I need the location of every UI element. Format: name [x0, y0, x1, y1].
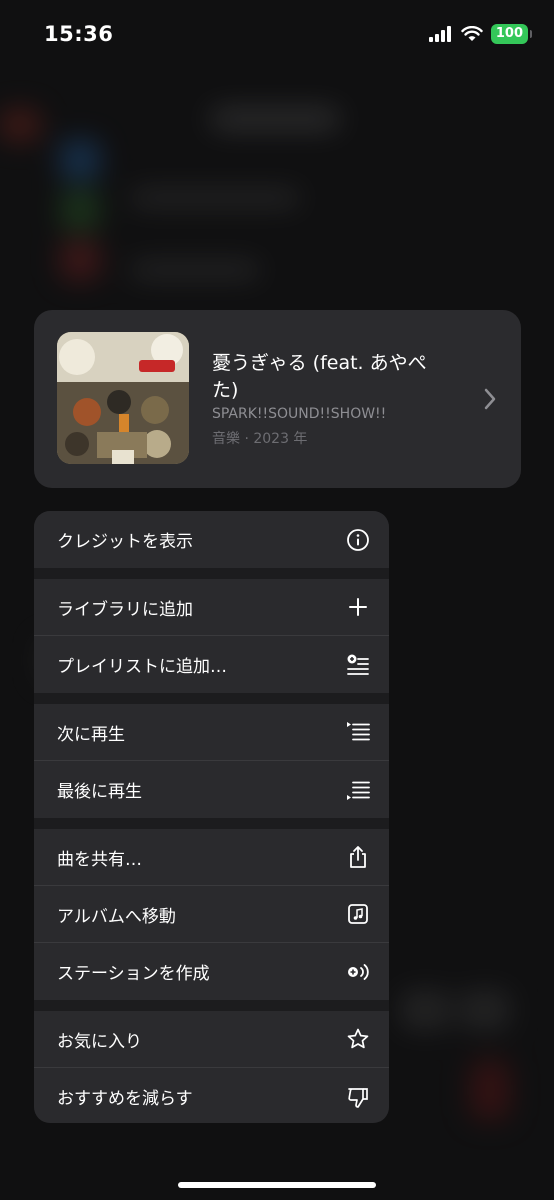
- menu-item-label: プレイリストに追加…: [57, 657, 227, 677]
- song-meta: 音樂 · 2023 年: [212, 431, 308, 447]
- album-icon: [345, 901, 371, 927]
- song-artist: SPARK!!SOUND!!SHOW!!: [212, 406, 387, 422]
- menu-item-favorite[interactable]: お気に入り: [34, 1011, 389, 1068]
- menu-item-suggest-less[interactable]: おすすめを減らす: [34, 1068, 389, 1123]
- song-title: 憂うぎゃる (feat. あやぺた): [212, 352, 427, 401]
- status-bar: 15:36 100: [0, 0, 554, 70]
- menu-group-library: ライブラリに追加 プレイリストに追加…: [34, 579, 389, 693]
- menu-item-label: ステーションを作成: [57, 964, 210, 984]
- play-next-icon: [345, 719, 371, 745]
- status-time: 15:36: [44, 22, 114, 46]
- info-icon: [345, 527, 371, 553]
- menu-item-label: 曲を共有…: [57, 849, 142, 870]
- menu-item-play-last[interactable]: 最後に再生: [34, 761, 389, 818]
- status-icons: 100: [428, 24, 533, 44]
- battery-indicator: 100: [490, 24, 533, 44]
- menu-item-add-to-library[interactable]: ライブラリに追加: [34, 579, 389, 636]
- play-last-icon: [345, 777, 371, 803]
- station-icon: [345, 959, 371, 985]
- menu-group-credits: クレジットを表示: [34, 511, 389, 568]
- menu-item-label: お気に入り: [57, 1031, 142, 1052]
- album-artwork: [57, 332, 189, 464]
- home-indicator[interactable]: [178, 1182, 376, 1188]
- share-icon: [345, 844, 371, 870]
- menu-group-queue: 次に再生 最後に再生: [34, 704, 389, 818]
- menu-item-label: 最後に再生: [57, 782, 142, 802]
- menu-item-play-next[interactable]: 次に再生: [34, 704, 389, 761]
- menu-item-label: ライブラリに追加: [57, 599, 193, 620]
- plus-icon: [345, 594, 371, 620]
- menu-item-label: おすすめを減らす: [57, 1089, 193, 1109]
- add-to-playlist-icon: [345, 652, 371, 678]
- menu-separator: [34, 568, 389, 579]
- menu-item-go-to-album[interactable]: アルバムへ移動: [34, 886, 389, 943]
- menu-separator: [34, 693, 389, 704]
- menu-item-add-to-playlist[interactable]: プレイリストに追加…: [34, 636, 389, 693]
- menu-group-share: 曲を共有… アルバムへ移動 ステーションを作成: [34, 829, 389, 1000]
- song-card[interactable]: 憂うぎゃる (feat. あやぺた) SPARK!!SOUND!!SHOW!! …: [34, 310, 521, 488]
- menu-group-feedback: お気に入り おすすめを減らす: [34, 1011, 389, 1123]
- menu-item-label: クレジットを表示: [57, 532, 193, 552]
- menu-item-share-song[interactable]: 曲を共有…: [34, 829, 389, 886]
- menu-item-label: 次に再生: [57, 724, 125, 745]
- cellular-signal-icon: [428, 26, 451, 42]
- menu-item-create-station[interactable]: ステーションを作成: [34, 943, 389, 1000]
- menu-separator: [34, 818, 389, 829]
- menu-separator: [34, 1000, 389, 1011]
- star-icon: [345, 1026, 371, 1052]
- thumbs-down-icon: [345, 1084, 371, 1110]
- context-menu: クレジットを表示 ライブラリに追加 プレイリストに追加… 次に再生 最後に再生 …: [34, 511, 389, 1123]
- menu-item-label: アルバムへ移動: [57, 906, 176, 927]
- wifi-icon: [461, 26, 483, 41]
- menu-item-show-credits[interactable]: クレジットを表示: [34, 511, 389, 568]
- chevron-right-icon: [484, 388, 496, 410]
